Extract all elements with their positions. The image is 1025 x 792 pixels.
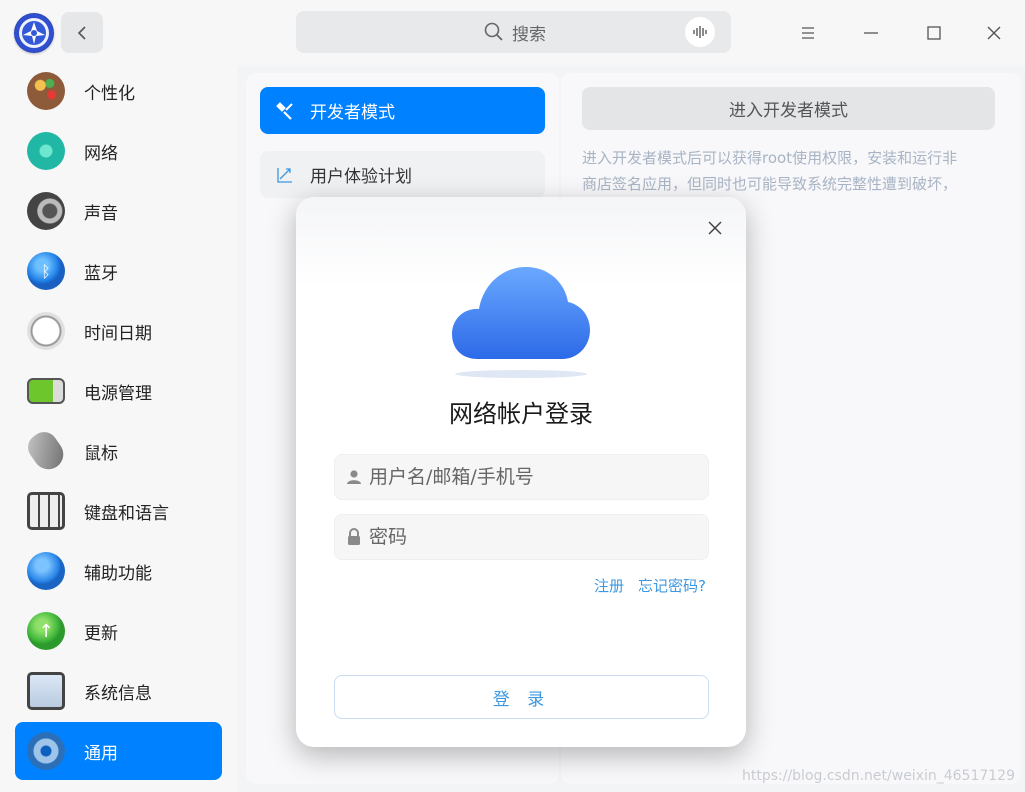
update-arrow-icon: ↑	[27, 612, 65, 650]
control-center-logo-icon	[14, 13, 54, 53]
dialog-close-button[interactable]	[702, 215, 728, 241]
sidebar-item-label: 电源管理	[84, 383, 152, 404]
forgot-password-link[interactable]: 忘记密码?	[638, 575, 706, 596]
sidebar-item-general[interactable]: 通用	[15, 722, 222, 780]
search-placeholder: 搜索	[512, 24, 546, 45]
dialog-title: 网络帐户登录	[449, 400, 593, 428]
minimize-button[interactable]	[854, 16, 888, 50]
hamburger-icon	[802, 27, 814, 39]
lock-icon	[345, 528, 363, 546]
clock-icon	[27, 312, 65, 350]
account-links: 注册 忘记密码?	[594, 575, 706, 596]
username-input[interactable]	[369, 466, 699, 488]
sidebar-item-label: 个性化	[84, 83, 135, 104]
sidebar-item-power[interactable]: 电源管理	[15, 362, 222, 420]
maximize-icon	[927, 26, 941, 40]
close-icon	[708, 221, 722, 235]
sidebar-item-sound[interactable]: 声音	[15, 182, 222, 240]
sidebar-item-datetime[interactable]: 时间日期	[15, 302, 222, 360]
sidebar-item-mouse[interactable]: 鼠标	[15, 422, 222, 480]
sidebar-item-personalization[interactable]: 个性化	[15, 62, 222, 120]
subnav-item-user-experience[interactable]: 用户体验计划	[260, 151, 545, 198]
speaker-icon	[27, 192, 65, 230]
sidebar-item-label: 更新	[84, 623, 118, 644]
chevron-left-icon	[77, 25, 86, 40]
minimize-icon	[864, 32, 878, 34]
sidebar-item-label: 时间日期	[84, 323, 152, 344]
accessibility-hand-icon	[27, 552, 65, 590]
description-line-2: 商店签名应用，但同时也可能导致系统完整性遭到破坏，	[582, 175, 958, 193]
title-bar: 搜索	[0, 0, 1025, 66]
close-window-button[interactable]	[977, 16, 1011, 50]
voice-input-button[interactable]	[685, 17, 715, 47]
sidebar-item-label: 系统信息	[84, 683, 152, 704]
sidebar-item-label: 通用	[84, 743, 118, 764]
watermark: https://blog.csdn.net/weixin_46517129	[741, 768, 1015, 784]
sidebar-item-network[interactable]: 网络	[15, 122, 222, 180]
back-button[interactable]	[61, 12, 103, 53]
password-field[interactable]	[334, 514, 709, 560]
subnav-item-label: 用户体验计划	[310, 167, 412, 187]
maximize-button[interactable]	[917, 16, 951, 50]
sidebar-item-keyboard[interactable]: 键盘和语言	[15, 482, 222, 540]
sidebar-item-label: 蓝牙	[84, 263, 118, 284]
palette-icon	[27, 72, 65, 110]
description-line-1: 进入开发者模式后可以获得root使用权限，安装和运行非	[582, 149, 958, 167]
bluetooth-icon: ᛒ	[27, 252, 65, 290]
gear-icon	[27, 732, 65, 770]
sidebar-item-label: 鼠标	[84, 443, 118, 464]
keyboard-icon	[27, 492, 65, 530]
sidebar-item-label: 辅助功能	[84, 563, 152, 584]
menu-button[interactable]	[791, 16, 825, 50]
system-info-icon	[27, 672, 65, 710]
developer-mode-description: 进入开发者模式后可以获得root使用权限，安装和运行非 商店签名应用，但同时也可…	[582, 145, 1002, 197]
subnav-item-label: 开发者模式	[310, 103, 395, 123]
subnav-item-developer-mode[interactable]: 开发者模式	[260, 87, 545, 134]
search-input[interactable]: 搜索	[296, 11, 731, 53]
network-globe-icon	[27, 132, 65, 170]
close-icon	[987, 26, 1001, 40]
sidebar-item-label: 网络	[84, 143, 118, 164]
cloud-icon	[452, 267, 590, 378]
username-field[interactable]	[334, 454, 709, 500]
sidebar-item-accessibility[interactable]: 辅助功能	[15, 542, 222, 600]
tools-icon	[274, 100, 296, 122]
sidebar-item-system-info[interactable]: 系统信息	[15, 662, 222, 720]
mouse-icon	[22, 426, 70, 476]
sidebar-item-update[interactable]: ↑ 更新	[15, 602, 222, 660]
trend-chart-icon	[274, 164, 296, 186]
battery-icon	[27, 378, 65, 404]
register-link[interactable]: 注册	[594, 575, 624, 596]
login-button[interactable]: 登 录	[334, 675, 709, 719]
search-icon	[484, 22, 503, 41]
sidebar-item-bluetooth[interactable]: ᛒ 蓝牙	[15, 242, 222, 300]
sidebar: 个性化 网络 声音 ᛒ 蓝牙 时间日期 电源管理 鼠标 键盘和语言 辅助功能 ↑…	[0, 66, 237, 792]
sidebar-item-label: 键盘和语言	[84, 503, 169, 524]
voice-wave-icon	[693, 26, 707, 38]
enter-developer-mode-button[interactable]: 进入开发者模式	[582, 87, 995, 130]
user-icon	[345, 468, 363, 486]
password-input[interactable]	[369, 526, 699, 548]
sidebar-item-label: 声音	[84, 203, 118, 224]
network-account-login-dialog: 网络帐户登录 注册 忘记密码? 登 录	[296, 197, 746, 747]
